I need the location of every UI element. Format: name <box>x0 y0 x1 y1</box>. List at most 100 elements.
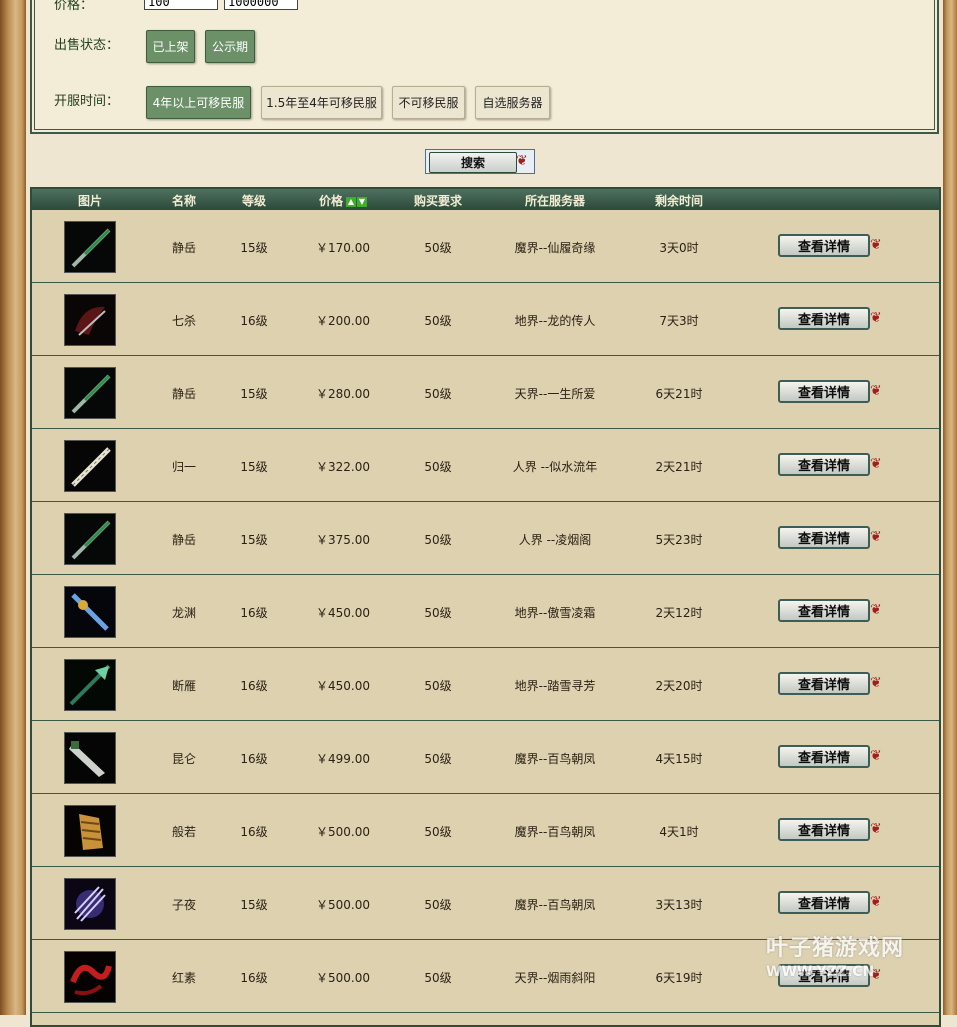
search-button[interactable]: 搜索 ❦ <box>425 149 535 174</box>
view-details-button[interactable]: 查看详情 ❦ <box>778 818 888 843</box>
view-details-label: 查看详情 <box>778 307 870 330</box>
view-details-button[interactable]: 查看详情 ❦ <box>778 453 888 478</box>
item-price: ￥375.00 <box>316 533 370 547</box>
item-server: 魔界--百鸟朝凤 <box>514 898 596 912</box>
item-server: 人界 --凌烟阁 <box>518 533 592 547</box>
knot-ornament-icon: ❦ <box>870 675 882 691</box>
status-public-button[interactable]: 公示期 <box>205 30 255 63</box>
price-min-input[interactable] <box>144 0 218 10</box>
view-details-button[interactable]: 查看详情 ❦ <box>778 891 888 916</box>
violet-claw-icon[interactable] <box>64 878 116 930</box>
green-blade-icon[interactable] <box>64 367 116 419</box>
sort-down-icon[interactable]: ▼ <box>357 197 368 207</box>
watermark: 叶子猪游戏网 WWW.YZZ.CN <box>766 930 904 980</box>
view-details-button[interactable]: 查看详情 ❦ <box>778 672 888 697</box>
item-level: 15级 <box>240 533 268 547</box>
table-row: 七杀 16级 ￥200.00 50级 地界--龙的传人 7天3时 查看详情 ❦ <box>32 283 939 356</box>
results-table: 图片 名称 等级 价格 ▲ ▼ 购买要求 所在服务器 剩余时间 静岳 15级 ￥170.… <box>30 187 941 1027</box>
knot-ornament-icon: ❦ <box>870 821 882 837</box>
item-requirement: 50级 <box>424 752 452 766</box>
item-server: 地界--龙的传人 <box>514 314 596 328</box>
price-sort-control[interactable]: ▲ ▼ <box>345 194 368 208</box>
view-details-button[interactable]: 查看详情 ❦ <box>778 307 888 332</box>
item-name: 七杀 <box>171 314 197 328</box>
item-remaining-time: 2天20时 <box>655 679 703 693</box>
item-requirement: 50级 <box>424 460 452 474</box>
header-price-label: 价格 <box>318 194 344 208</box>
server-4yr-button[interactable]: 4年以上可移民服 <box>146 86 251 119</box>
item-price: ￥200.00 <box>316 314 370 328</box>
item-level: 15级 <box>240 241 268 255</box>
dark-axe-icon[interactable] <box>64 294 116 346</box>
knot-ornament-icon: ❦ <box>870 456 882 472</box>
header-remaining-time: 剩余时间 <box>654 194 704 208</box>
price-label: 价格： <box>54 0 94 13</box>
item-name: 昆仑 <box>171 752 197 766</box>
server-no-migrate-button[interactable]: 不可移民服 <box>392 86 465 119</box>
item-requirement: 50级 <box>424 679 452 693</box>
header-level: 等级 <box>241 194 267 208</box>
view-details-button[interactable]: 查看详情 ❦ <box>778 599 888 624</box>
view-details-button[interactable]: 查看详情 ❦ <box>778 380 888 405</box>
header-server: 所在服务器 <box>524 194 586 208</box>
item-remaining-time: 2天21时 <box>655 460 703 474</box>
item-server: 地界--踏雪寻芳 <box>514 679 596 693</box>
view-details-label: 查看详情 <box>778 672 870 695</box>
sort-up-icon[interactable]: ▲ <box>346 197 357 207</box>
table-row: 断雁 16级 ￥450.00 50级 地界--踏雪寻芳 2天20时 查看详情 ❦ <box>32 648 939 721</box>
red-whip-icon[interactable] <box>64 951 116 1003</box>
price-max-input[interactable] <box>224 0 298 10</box>
table-row: 般若 16级 ￥500.00 50级 魔界--百鸟朝凤 4天1时 查看详情 ❦ <box>32 794 939 867</box>
white-flute-icon[interactable] <box>64 440 116 492</box>
green-blade-icon[interactable] <box>64 513 116 565</box>
item-name: 静岳 <box>171 533 197 547</box>
server-custom-button[interactable]: 自选服务器 <box>475 86 550 119</box>
item-requirement: 50级 <box>424 898 452 912</box>
item-level: 15级 <box>240 898 268 912</box>
knot-ornament-icon: ❦ <box>870 383 882 399</box>
item-server: 魔界--仙履奇缘 <box>514 241 596 255</box>
search-button-label: 搜索 <box>429 152 517 173</box>
item-requirement: 50级 <box>424 606 452 620</box>
view-details-label: 查看详情 <box>778 526 870 549</box>
filter-panel: 价格： 出售状态： 已上架 公示期 开服时间： 4年以上可移民服 1.5年至4年… <box>30 0 939 134</box>
item-server: 人界 --似水流年 <box>512 460 598 474</box>
item-level: 16级 <box>240 971 268 985</box>
item-level: 15级 <box>240 460 268 474</box>
item-requirement: 50级 <box>424 387 452 401</box>
server-1-5-4yr-button[interactable]: 1.5年至4年可移民服 <box>261 86 382 119</box>
view-details-button[interactable]: 查看详情 ❦ <box>778 745 888 770</box>
knot-ornament-icon: ❦ <box>870 748 882 764</box>
item-requirement: 50级 <box>424 241 452 255</box>
view-details-button[interactable]: 查看详情 ❦ <box>778 234 888 259</box>
item-requirement: 50级 <box>424 971 452 985</box>
status-listed-button[interactable]: 已上架 <box>146 30 195 63</box>
item-level: 16级 <box>240 752 268 766</box>
item-price: ￥170.00 <box>316 241 370 255</box>
left-decorative-border <box>0 0 26 1015</box>
golden-gauntlet-icon[interactable] <box>64 805 116 857</box>
item-price: ￥499.00 <box>316 752 370 766</box>
item-level: 16级 <box>240 314 268 328</box>
watermark-title: 叶子猪游戏网 <box>766 936 905 961</box>
item-price: ￥322.00 <box>316 460 370 474</box>
item-name: 归一 <box>171 460 197 474</box>
green-blade-icon[interactable] <box>64 221 116 273</box>
view-details-label: 查看详情 <box>778 380 870 403</box>
table-row: 静岳 15级 ￥375.00 50级 人界 --凌烟阁 5天23时 查看详情 ❦ <box>32 502 939 575</box>
view-details-button[interactable]: 查看详情 ❦ <box>778 526 888 551</box>
server-time-label: 开服时间： <box>54 94 120 109</box>
item-name: 龙渊 <box>171 606 197 620</box>
blue-sword-icon[interactable] <box>64 586 116 638</box>
view-details-label: 查看详情 <box>778 891 870 914</box>
item-remaining-time: 4天15时 <box>655 752 703 766</box>
item-price: ￥450.00 <box>316 606 370 620</box>
item-server: 地界--傲雪凌霜 <box>514 606 596 620</box>
jade-spear-icon[interactable] <box>64 659 116 711</box>
table-header: 图片 名称 等级 价格 ▲ ▼ 购买要求 所在服务器 剩余时间 <box>32 189 939 210</box>
item-remaining-time: 4天1时 <box>659 825 699 839</box>
view-details-label: 查看详情 <box>778 745 870 768</box>
table-row: 龙渊 16级 ￥450.00 50级 地界--傲雪凌霜 2天12时 查看详情 ❦ <box>32 575 939 648</box>
broad-blade-icon[interactable] <box>64 732 116 784</box>
item-remaining-time: 5天23时 <box>655 533 703 547</box>
